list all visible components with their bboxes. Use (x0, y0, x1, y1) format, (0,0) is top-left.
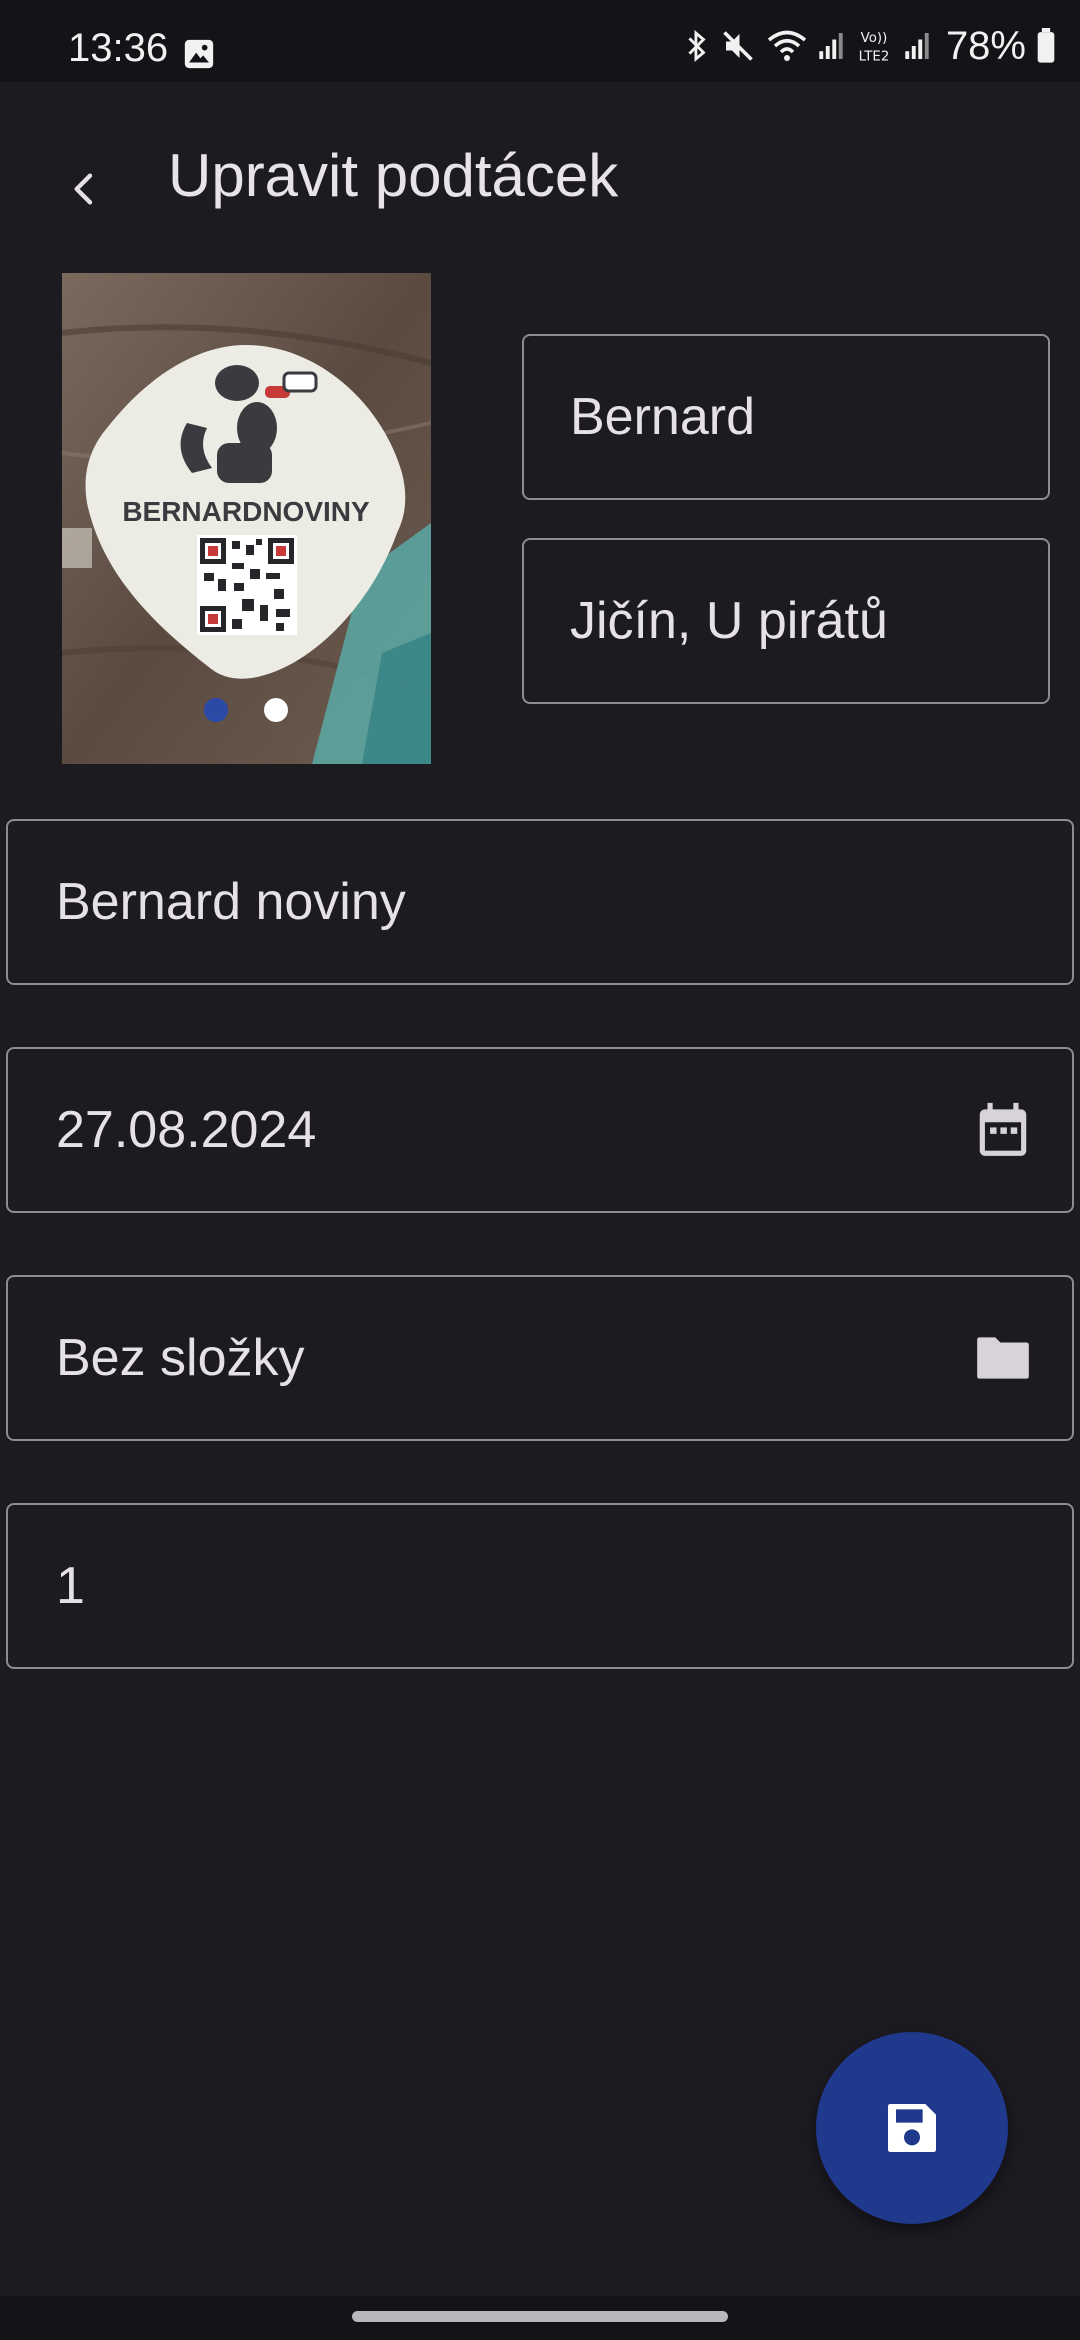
status-bar: 13:36 Vo)) LTE2 78% (0, 0, 1080, 82)
place-field[interactable]: Jičín, U pirátů (522, 538, 1050, 704)
carousel-dot[interactable] (264, 698, 288, 722)
svg-text:LTE2: LTE2 (859, 50, 890, 65)
battery-icon (1037, 28, 1055, 63)
save-button[interactable] (816, 2032, 1008, 2224)
brand-value: Bernard (570, 388, 755, 446)
coaster-photo: BERNARDNOVINY (62, 273, 431, 764)
coaster-logo-text: BERNARDNOVINY (122, 496, 370, 527)
place-value: Jičín, U pirátů (570, 592, 888, 650)
date-field[interactable]: 27.08.2024 (6, 1047, 1074, 1213)
back-button[interactable] (50, 154, 120, 224)
status-icons: Vo)) LTE2 78% (684, 24, 1056, 68)
status-time: 13:36 (68, 26, 169, 70)
carousel-dot-active[interactable] (204, 698, 228, 722)
folder-icon[interactable] (972, 1327, 1034, 1389)
brand-field[interactable]: Bernard (522, 334, 1050, 500)
signal-icon (905, 33, 929, 59)
svg-text:Vo)): Vo)) (861, 31, 888, 46)
count-field[interactable]: 1 (6, 1503, 1074, 1669)
signal-icon (819, 33, 843, 59)
coaster-name-value: Bernard noviny (56, 873, 406, 931)
wifi-icon (767, 30, 807, 61)
mute-icon (723, 31, 753, 61)
image-icon (184, 39, 214, 69)
battery-percent: 78% (945, 24, 1026, 68)
folder-value: Bez složky (56, 1329, 305, 1387)
coaster-name-field[interactable]: Bernard noviny (6, 819, 1074, 985)
home-gesture-handle[interactable] (352, 2311, 728, 2322)
back-arrow-icon (74, 173, 93, 205)
count-value: 1 (56, 1557, 85, 1615)
coaster-photo-carousel[interactable]: BERNARDNOVINY (62, 273, 431, 764)
calendar-icon[interactable] (972, 1099, 1034, 1161)
date-value: 27.08.2024 (56, 1101, 317, 1159)
volte-lte2-icon: Vo)) LTE2 (859, 31, 890, 65)
folder-field[interactable]: Bez složky (6, 1275, 1074, 1441)
bluetooth-icon (688, 29, 706, 63)
save-icon (888, 2104, 936, 2152)
page-title: Upravit podtácek (168, 142, 619, 209)
